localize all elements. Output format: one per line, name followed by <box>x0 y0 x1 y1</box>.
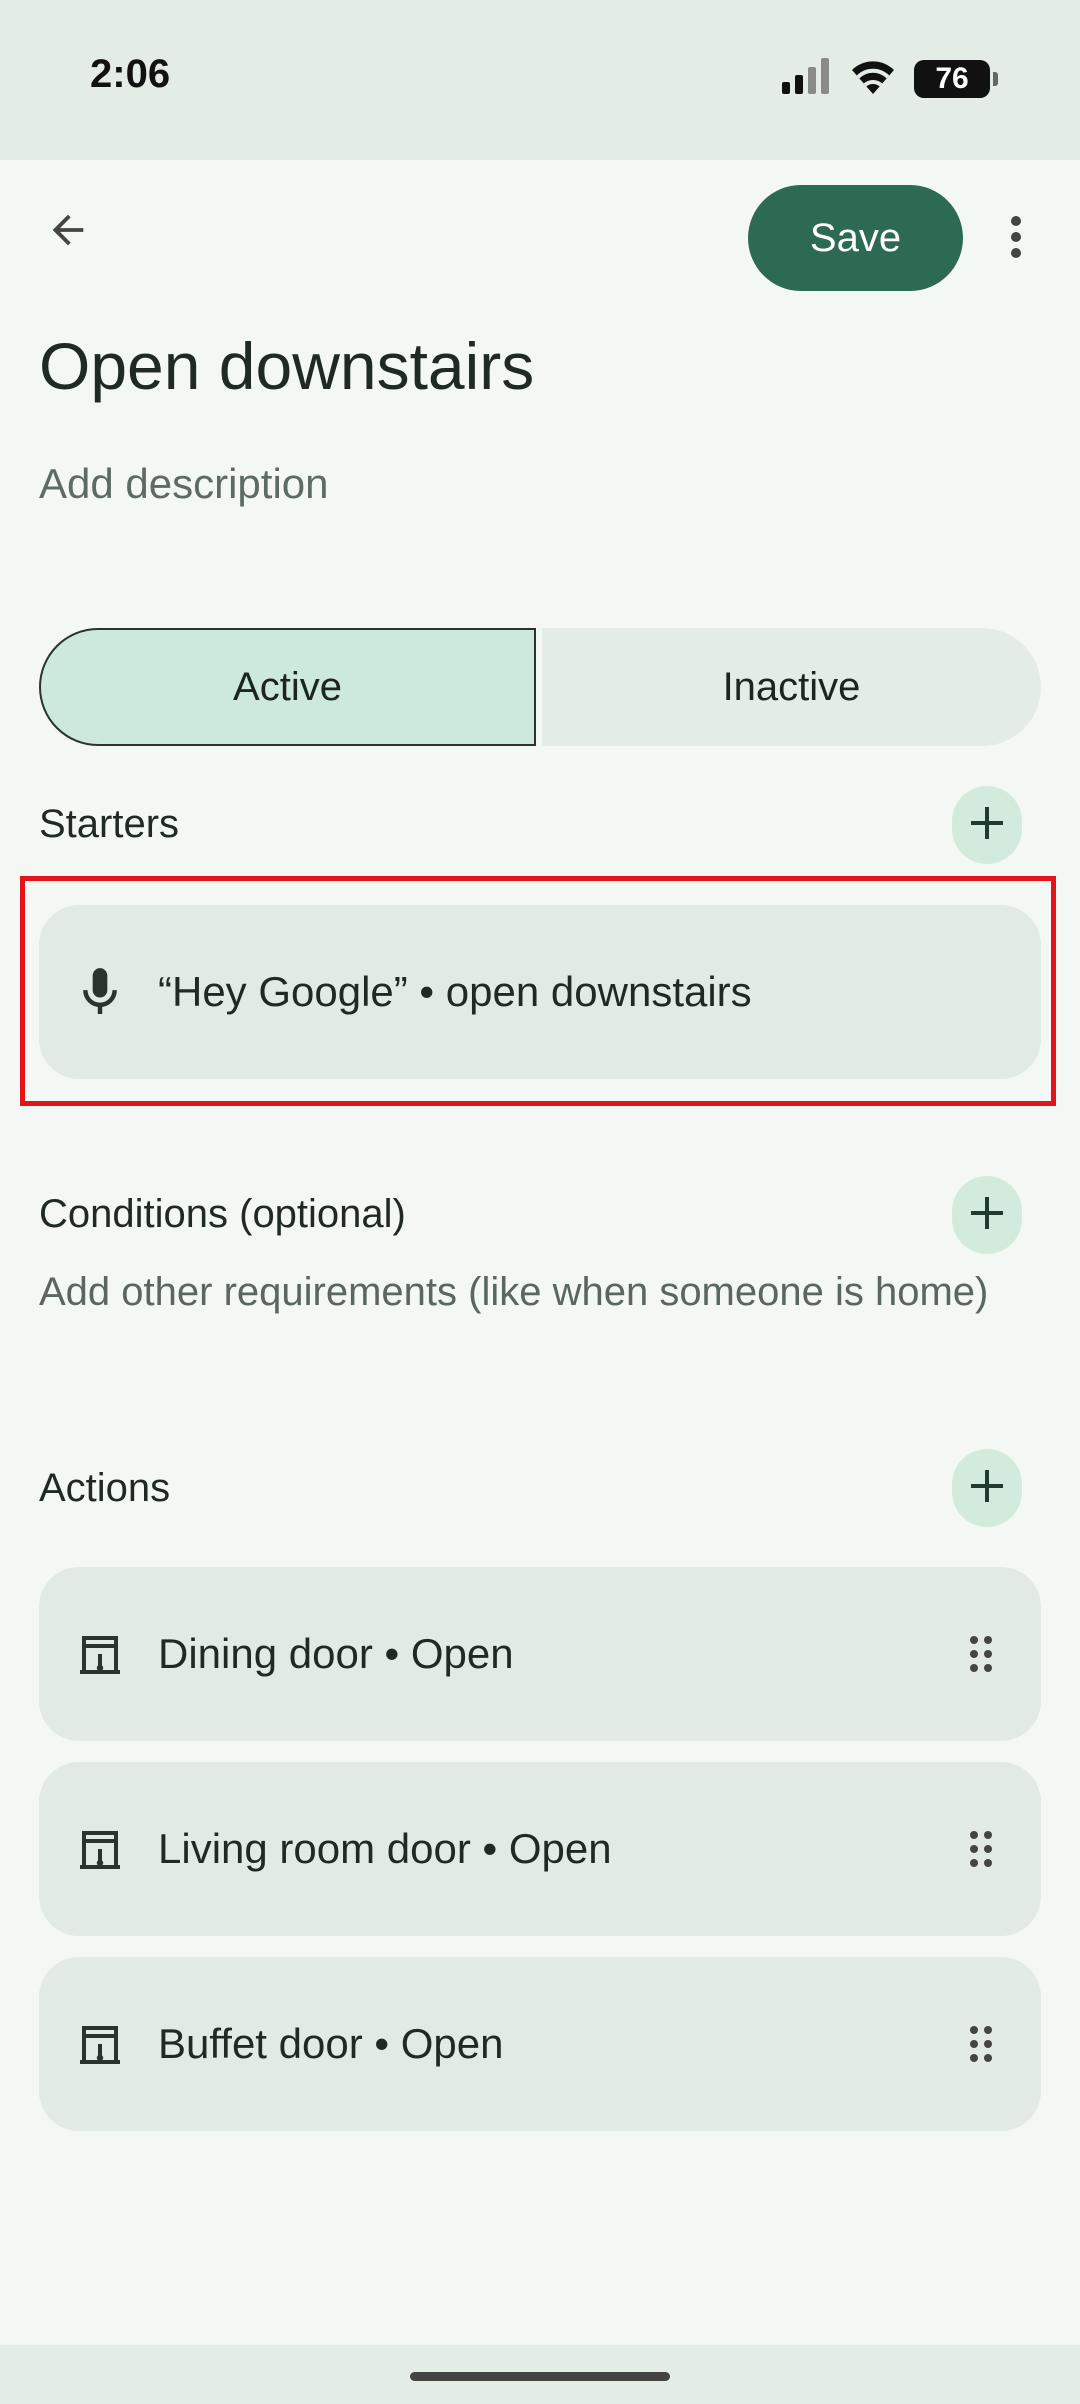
drag-handle-icon[interactable] <box>961 1819 1001 1879</box>
plus-icon <box>967 803 1007 848</box>
signal-icon <box>782 58 832 99</box>
starters-label: Starters <box>39 802 180 846</box>
wifi-icon <box>850 58 896 99</box>
action-item[interactable]: Dining door • Open <box>39 1567 1041 1741</box>
actions-label: Actions <box>39 1466 171 1510</box>
action-item[interactable]: Living room door • Open <box>39 1762 1041 1936</box>
battery-icon: 76 <box>914 59 998 98</box>
battery-level: 76 <box>935 61 969 95</box>
starter-item[interactable]: “Hey Google” • open downstairs <box>39 905 1041 1079</box>
door-icon <box>68 1622 132 1686</box>
action-item[interactable]: Buffet door • Open <box>39 1957 1041 2131</box>
inactive-segment[interactable]: Inactive <box>542 628 1041 746</box>
description-field[interactable]: Add description <box>39 460 329 508</box>
door-icon <box>68 1817 132 1881</box>
plus-icon <box>967 1466 1007 1511</box>
drag-handle-icon[interactable] <box>961 1624 1001 1684</box>
conditions-subtitle: Add other requirements (like when someon… <box>39 1270 989 1314</box>
more-options-button[interactable] <box>990 205 1042 273</box>
door-icon <box>68 2012 132 2076</box>
status-time: 2:06 <box>90 52 171 96</box>
action-text: Buffet door • Open <box>158 2020 504 2067</box>
starter-text: “Hey Google” • open downstairs <box>158 968 752 1015</box>
conditions-label: Conditions (optional) <box>39 1192 406 1236</box>
status-bar: 2:06 76 <box>0 0 1080 160</box>
add-action-button[interactable] <box>952 1449 1022 1527</box>
add-condition-button[interactable] <box>952 1176 1022 1254</box>
mic-icon <box>68 960 132 1024</box>
status-icons: 76 <box>782 58 998 99</box>
action-text: Living room door • Open <box>158 1825 612 1872</box>
plus-icon <box>967 1193 1007 1238</box>
save-button[interactable]: Save <box>748 185 963 291</box>
arrow-back-icon <box>45 207 91 258</box>
home-indicator[interactable] <box>410 2372 670 2381</box>
page-title[interactable]: Open downstairs <box>39 328 534 404</box>
active-segment[interactable]: Active <box>39 628 536 746</box>
more-vert-icon <box>1009 215 1023 264</box>
status-toggle: Active Inactive <box>39 628 1041 746</box>
action-text: Dining door • Open <box>158 1630 514 1677</box>
add-starter-button[interactable] <box>952 786 1022 864</box>
back-button[interactable] <box>36 200 100 264</box>
drag-handle-icon[interactable] <box>961 2014 1001 2074</box>
